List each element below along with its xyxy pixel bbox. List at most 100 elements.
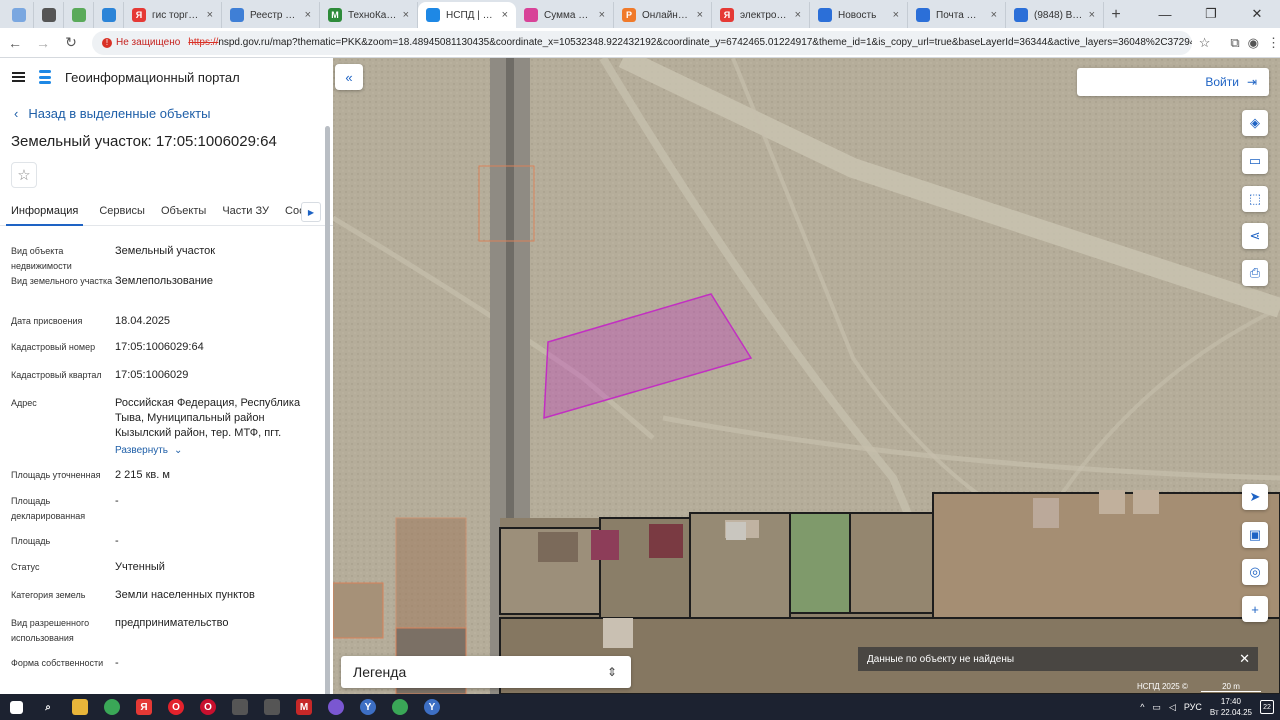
- taskbar-mail[interactable]: M: [288, 694, 320, 720]
- browser-tab-1[interactable]: [34, 2, 64, 28]
- forward-arrow-icon[interactable]: →: [30, 30, 56, 56]
- tab-4-close-icon[interactable]: ×: [207, 9, 213, 21]
- attr-label: Вид земельного участка: [11, 276, 113, 286]
- tab-10-close-icon[interactable]: ×: [795, 9, 801, 21]
- close-window-icon[interactable]: ✕: [1234, 0, 1280, 28]
- geo-search-button[interactable]: ◎: [1242, 559, 1268, 585]
- layers-button[interactable]: ◈: [1242, 110, 1268, 136]
- panel-scrollbar[interactable]: [325, 126, 330, 694]
- portal-title: Геоинформационный портал: [65, 69, 240, 85]
- browser-tab-4[interactable]: Ягис торги — Я ×: [124, 2, 222, 28]
- browser-tab-12[interactable]: Почта Mail ×: [908, 2, 1006, 28]
- favorite-star-button[interactable]: ☆: [11, 162, 37, 188]
- profile-icon[interactable]: ◉: [1248, 35, 1259, 51]
- tab-8-close-icon[interactable]: ×: [599, 9, 605, 21]
- browser-tab-5[interactable]: Реестр извеще ×: [222, 2, 320, 28]
- browser-tab-2[interactable]: [64, 2, 94, 28]
- toast-close-icon[interactable]: ✕: [1239, 651, 1250, 667]
- browser-tab-7-active[interactable]: НСПД | Геоин ×: [418, 2, 516, 28]
- browser-tab-0[interactable]: [4, 2, 34, 28]
- taskbar-opera-gx[interactable]: O: [192, 694, 224, 720]
- geo-search-icon: ◎: [1249, 564, 1261, 579]
- back-arrow-icon[interactable]: ←: [2, 30, 28, 56]
- tab-7-close-icon[interactable]: ×: [502, 9, 508, 21]
- system-tray: ^ ▭ ◁ РУС 17:40 Вт 22.04.25 22: [1140, 696, 1280, 718]
- tab-9-close-icon[interactable]: ×: [697, 9, 703, 21]
- browser-menu-icon[interactable]: ⋮: [1267, 35, 1280, 51]
- chevron-down-icon: ⌄: [174, 445, 183, 456]
- opera-icon: O: [168, 699, 184, 715]
- tabs-scroll-right-icon[interactable]: ▶: [301, 202, 321, 222]
- address-text: Российская Федерация, Республика Тыва, М…: [115, 397, 301, 439]
- print-button[interactable]: ⎙: [1242, 260, 1268, 286]
- network-icon[interactable]: ▭: [1152, 702, 1161, 713]
- browser-tab-11[interactable]: Новость ×: [810, 2, 908, 28]
- taskbar-yandex-browser-2[interactable]: Y: [416, 694, 448, 720]
- url-scheme: https://: [188, 37, 219, 48]
- taskbar-app-8[interactable]: [224, 694, 256, 720]
- tab-services[interactable]: Сервисы: [99, 196, 145, 225]
- attributes-list: Вид объекта недвижимости Земельный участ…: [0, 234, 333, 680]
- browser-tab-10[interactable]: Яэлектронный ×: [712, 2, 810, 28]
- browser-tab-3[interactable]: [94, 2, 124, 28]
- select-area-button[interactable]: ⬚: [1242, 186, 1268, 212]
- attr-value: -: [115, 657, 119, 669]
- clock-time: 17:40: [1220, 697, 1241, 706]
- taskbar-yandex[interactable]: Я: [128, 694, 160, 720]
- volume-icon[interactable]: ◁: [1169, 702, 1176, 713]
- taskbar-chrome[interactable]: [96, 694, 128, 720]
- extensions-icon[interactable]: ⧉: [1230, 35, 1239, 51]
- taskbar-app-9[interactable]: [256, 694, 288, 720]
- tab-11-favicon-icon: [818, 8, 832, 22]
- attr-value: -: [115, 495, 119, 507]
- browser-tab-6[interactable]: M ТехноКад-Мун ×: [320, 2, 418, 28]
- attr-label: Дата присвоения: [11, 316, 83, 326]
- zoom-in-button[interactable]: +: [1242, 596, 1268, 622]
- browser-tab-8[interactable]: Сумма Пропи ×: [516, 2, 614, 28]
- taskbar-app-11[interactable]: [320, 694, 352, 720]
- locate-button[interactable]: ➤: [1242, 484, 1268, 510]
- notification-center-icon[interactable]: 22: [1260, 700, 1274, 714]
- tray-chevron-icon[interactable]: ^: [1140, 702, 1144, 712]
- tab-12-close-icon[interactable]: ×: [991, 9, 997, 21]
- toast-text: Данные по объекту не найдены: [867, 653, 1015, 665]
- browser-tab-9[interactable]: P Онлайн кальк ×: [614, 2, 712, 28]
- url-omnibox[interactable]: ! Не защищено https://nspd.gov.ru/map?the…: [92, 30, 1192, 55]
- login-button[interactable]: Войти ⇥: [1077, 68, 1269, 96]
- ruler-icon: ▭: [1248, 153, 1262, 168]
- tab-objects[interactable]: Объекты: [161, 196, 206, 225]
- language-indicator[interactable]: РУС: [1184, 702, 1202, 712]
- tab-8-label: Сумма Пропи: [544, 9, 593, 21]
- insecure-badge[interactable]: ! Не защищено: [102, 37, 180, 48]
- minimize-icon[interactable]: —: [1142, 0, 1188, 28]
- taskbar-yandex-browser[interactable]: Y: [352, 694, 384, 720]
- legend-dropdown[interactable]: Легенда ⇕: [341, 656, 631, 688]
- tab-information[interactable]: Информация: [6, 196, 84, 226]
- tab-13-close-icon[interactable]: ×: [1089, 9, 1095, 21]
- tab-4-favicon-icon: Я: [132, 8, 146, 22]
- bookmark-star-icon[interactable]: ☆: [1199, 35, 1211, 51]
- back-to-selected-link[interactable]: ‹ Назад в выделенные объекты: [0, 106, 333, 121]
- new-tab-plus-icon[interactable]: +: [1104, 2, 1128, 28]
- measure-button[interactable]: ▭: [1242, 148, 1268, 174]
- tab-5-close-icon[interactable]: ×: [305, 9, 311, 21]
- reload-icon[interactable]: ↻: [58, 30, 84, 56]
- collapse-panel-button[interactable]: «: [335, 64, 363, 90]
- tab-10-label: электронный: [740, 9, 789, 21]
- taskbar-chrome-2[interactable]: [384, 694, 416, 720]
- taskbar-explorer[interactable]: [64, 694, 96, 720]
- share-button[interactable]: ⋖: [1242, 223, 1268, 249]
- expand-address-link[interactable]: Развернуть ⌄: [115, 443, 182, 458]
- start-button[interactable]: [0, 694, 32, 720]
- taskbar-opera[interactable]: O: [160, 694, 192, 720]
- clock[interactable]: 17:40 Вт 22.04.25: [1210, 696, 1252, 718]
- restore-icon[interactable]: ❐: [1188, 0, 1234, 28]
- tab-parts[interactable]: Части ЗУ: [222, 196, 269, 225]
- hamburger-menu-icon[interactable]: [12, 72, 25, 82]
- search-button[interactable]: ⌕: [32, 694, 64, 720]
- tab-11-close-icon[interactable]: ×: [893, 9, 899, 21]
- map-viewport[interactable]: « Войти ⇥ ◈ ▭ ⬚ ⋖ ⎙ ➤ ▣ ◎ + Легенда ⇕ Дан…: [333, 58, 1280, 694]
- picture-in-picture-button[interactable]: ▣: [1242, 522, 1268, 548]
- tab-6-close-icon[interactable]: ×: [403, 9, 409, 21]
- browser-tab-13[interactable]: (9848) Входящ ×: [1006, 2, 1104, 28]
